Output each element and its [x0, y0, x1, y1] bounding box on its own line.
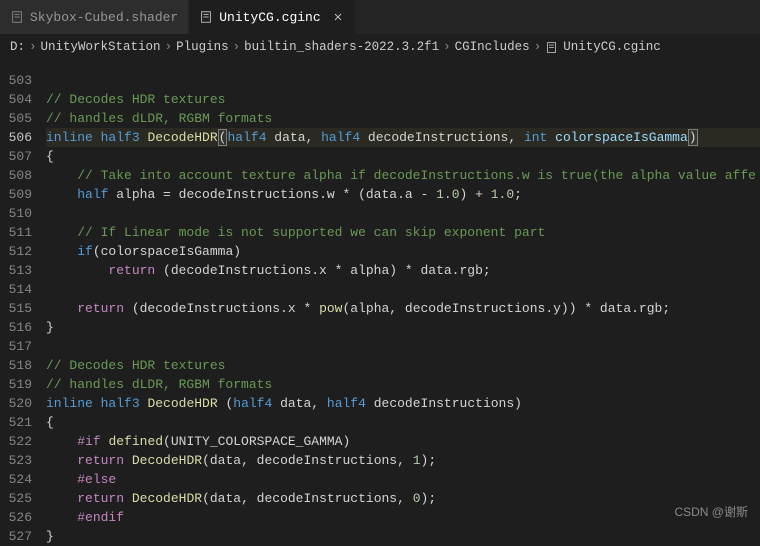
line-number: 508 — [0, 166, 32, 185]
code-line[interactable]: return DecodeHDR(data, decodeInstruction… — [46, 451, 760, 470]
line-number: 518 — [0, 356, 32, 375]
chevron-right-icon: › — [233, 40, 241, 54]
line-number: 524 — [0, 470, 32, 489]
chevron-right-icon: › — [165, 40, 173, 54]
crumb[interactable]: UnityWorkStation — [41, 40, 161, 54]
file-icon — [10, 10, 24, 24]
crumb[interactable]: builtin_shaders-2022.3.2f1 — [244, 40, 439, 54]
file-icon — [545, 40, 559, 54]
file-icon — [199, 10, 213, 24]
code-line[interactable]: } — [46, 318, 760, 337]
close-icon[interactable] — [331, 10, 345, 24]
line-number: 515 — [0, 299, 32, 318]
code-line[interactable]: inline half3 DecodeHDR(half4 data, half4… — [46, 128, 760, 147]
line-number: 526 — [0, 508, 32, 527]
code-line[interactable]: // handles dLDR, RGBM formats — [46, 109, 760, 128]
line-number: 514 — [0, 280, 32, 299]
code-line[interactable] — [46, 337, 760, 356]
tab-label: UnityCG.cginc — [219, 10, 320, 25]
crumb[interactable]: D: — [10, 40, 25, 54]
breadcrumb[interactable]: D: › UnityWorkStation › Plugins › builti… — [0, 35, 760, 59]
code-line[interactable] — [46, 204, 760, 223]
code-line[interactable]: // Decodes HDR textures — [46, 356, 760, 375]
tab-unitycg-cginc[interactable]: UnityCG.cginc — [189, 0, 355, 34]
line-number: 525 — [0, 489, 32, 508]
code-line[interactable]: if(colorspaceIsGamma) — [46, 242, 760, 261]
line-number: 527 — [0, 527, 32, 546]
code-line[interactable]: #if defined(UNITY_COLORSPACE_GAMMA) — [46, 432, 760, 451]
code-line[interactable]: return DecodeHDR(data, decodeInstruction… — [46, 489, 760, 508]
line-number: 504 — [0, 90, 32, 109]
code-line[interactable]: return (decodeInstructions.x * pow(alpha… — [46, 299, 760, 318]
line-number-gutter: 5035045055065075085095105115125135145155… — [0, 71, 46, 546]
code-line[interactable]: { — [46, 413, 760, 432]
line-number: 503 — [0, 71, 32, 90]
line-number: 522 — [0, 432, 32, 451]
code-line[interactable] — [46, 280, 760, 299]
code-editor[interactable]: 5035045055065075085095105115125135145155… — [0, 59, 760, 546]
line-number: 523 — [0, 451, 32, 470]
line-number: 513 — [0, 261, 32, 280]
line-number: 505 — [0, 109, 32, 128]
chevron-right-icon: › — [443, 40, 451, 54]
line-number: 516 — [0, 318, 32, 337]
code-line[interactable]: } — [46, 527, 760, 546]
crumb[interactable]: Plugins — [176, 40, 229, 54]
line-number: 521 — [0, 413, 32, 432]
line-number: 519 — [0, 375, 32, 394]
code-line[interactable]: return (decodeInstructions.x * alpha) * … — [46, 261, 760, 280]
code-line[interactable]: // If Linear mode is not supported we ca… — [46, 223, 760, 242]
line-number: 512 — [0, 242, 32, 261]
watermark: CSDN @谢斯 — [674, 503, 748, 520]
line-number: 506 — [0, 128, 32, 147]
code-line[interactable]: inline half3 DecodeHDR (half4 data, half… — [46, 394, 760, 413]
line-number: 520 — [0, 394, 32, 413]
line-number: 511 — [0, 223, 32, 242]
line-number: 510 — [0, 204, 32, 223]
chevron-right-icon: › — [534, 40, 542, 54]
crumb[interactable]: UnityCG.cginc — [563, 40, 661, 54]
line-number: 517 — [0, 337, 32, 356]
code-line[interactable]: half alpha = decodeInstructions.w * (dat… — [46, 185, 760, 204]
code-line[interactable]: // Decodes HDR textures — [46, 90, 760, 109]
line-number: 509 — [0, 185, 32, 204]
tab-skybox-shader[interactable]: Skybox-Cubed.shader — [0, 0, 189, 34]
code-line[interactable]: // handles dLDR, RGBM formats — [46, 375, 760, 394]
tab-bar: Skybox-Cubed.shader UnityCG.cginc — [0, 0, 760, 35]
code-line[interactable] — [46, 71, 760, 90]
tab-label: Skybox-Cubed.shader — [30, 10, 178, 25]
code-content[interactable]: // Decodes HDR textures// handles dLDR, … — [46, 71, 760, 546]
code-line[interactable]: // Take into account texture alpha if de… — [46, 166, 760, 185]
code-line[interactable]: #else — [46, 470, 760, 489]
crumb[interactable]: CGIncludes — [455, 40, 530, 54]
line-number: 507 — [0, 147, 32, 166]
chevron-right-icon: › — [29, 40, 37, 54]
code-line[interactable]: #endif — [46, 508, 760, 527]
code-line[interactable]: { — [46, 147, 760, 166]
